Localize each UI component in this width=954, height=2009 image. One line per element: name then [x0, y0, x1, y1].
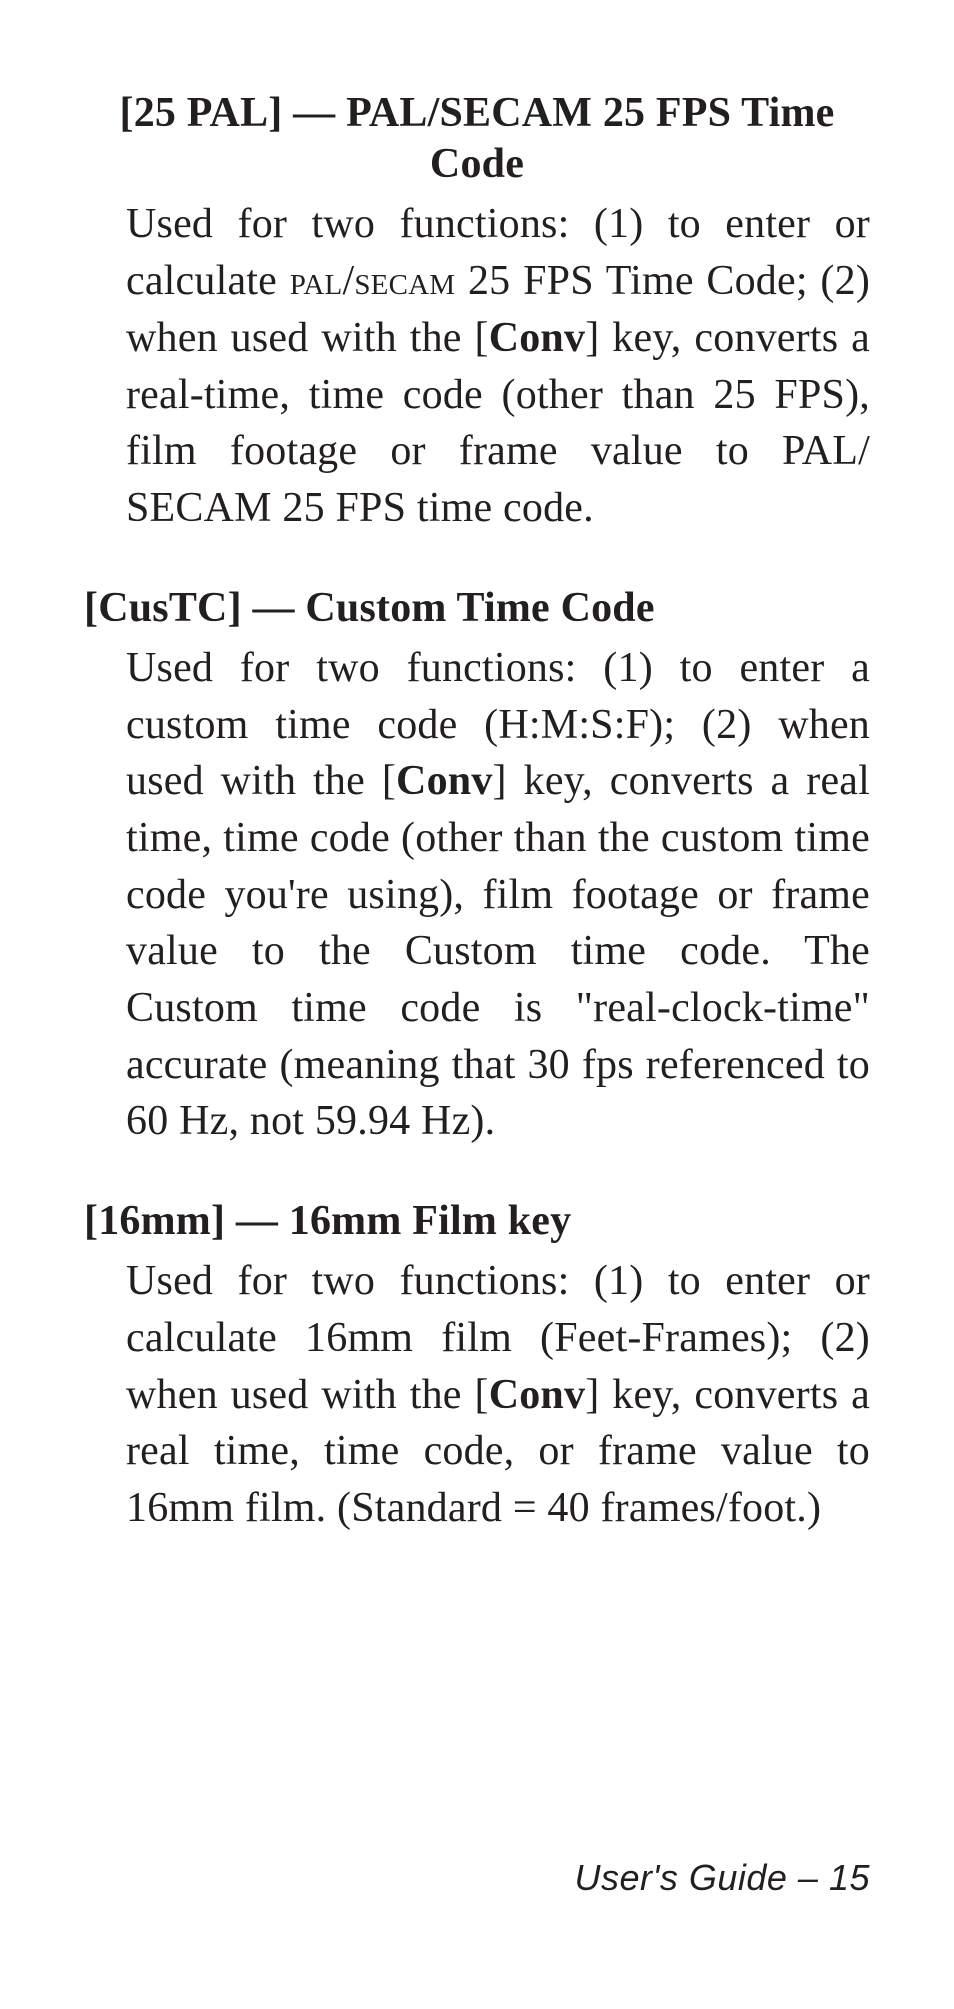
- entry-heading: [16mm] — 16mm Film key: [84, 1196, 870, 1247]
- body-text: ] key, converts a real time, time code (…: [126, 758, 870, 1144]
- entry-heading: [CusTC] — Custom Time Code: [84, 583, 870, 634]
- key-name: 16mm: [98, 1198, 211, 1244]
- document-page: [25 PAL] — PAL/SECAM 25 FPS Time Code Us…: [0, 0, 954, 2009]
- entry-body: Used for two functions: (1) to enter or …: [126, 196, 870, 536]
- entry-title: Custom Time Code: [305, 585, 654, 631]
- key-bracket-open: [: [120, 90, 134, 136]
- entry-25-pal: [25 PAL] — PAL/SECAM 25 FPS Time Code Us…: [84, 88, 870, 537]
- entry-body: Used for two functions: (1) to enter or …: [126, 1253, 870, 1536]
- conv-key-label: Conv: [396, 758, 493, 804]
- page-number: 15: [829, 1857, 870, 1898]
- smallcaps-pal: Pal: [290, 258, 343, 304]
- separator: —: [242, 585, 306, 631]
- separator: —: [282, 90, 346, 136]
- smallcaps-secam: Secam: [354, 258, 455, 304]
- conv-key-label: Conv: [489, 315, 586, 361]
- entry-heading: [25 PAL] — PAL/SECAM 25 FPS Time Code: [84, 88, 870, 190]
- key-bracket-close: ]: [211, 1198, 225, 1244]
- key-name: CusTC: [98, 585, 227, 631]
- key-name: 25 PAL: [134, 90, 269, 136]
- entry-custc: [CusTC] — Custom Time Code Used for two …: [84, 583, 870, 1150]
- conv-key-label: Conv: [489, 1372, 586, 1418]
- key-bracket-close: ]: [228, 585, 242, 631]
- entry-title: 16mm Film key: [289, 1198, 572, 1244]
- key-bracket-open: [: [84, 1198, 98, 1244]
- entry-16mm: [16mm] — 16mm Film key Used for two func…: [84, 1196, 870, 1537]
- footer-label: User's Guide –: [574, 1857, 828, 1898]
- key-bracket-open: [: [84, 585, 98, 631]
- separator: —: [225, 1198, 289, 1244]
- page-footer: User's Guide – 15: [574, 1857, 870, 1899]
- key-bracket-close: ]: [268, 90, 282, 136]
- entry-title: PAL/SECAM 25 FPS Time Code: [346, 90, 834, 187]
- body-text: /: [342, 258, 354, 304]
- entry-body: Used for two functions: (1) to enter a c…: [126, 640, 870, 1150]
